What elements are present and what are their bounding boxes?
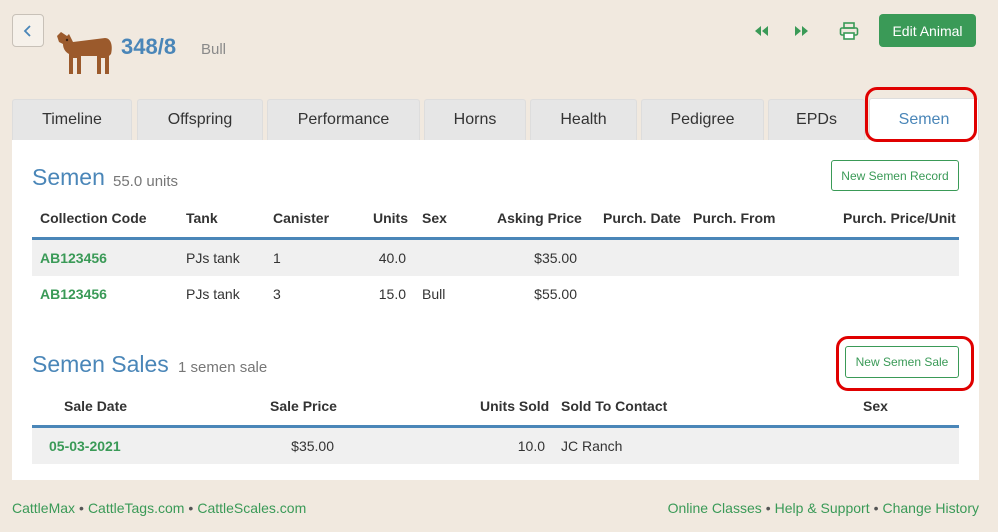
footer-separator: • <box>873 500 879 516</box>
collection-code-link[interactable]: AB123456 <box>40 250 107 266</box>
tab-horns[interactable]: Horns <box>424 99 526 140</box>
col-sale-price: Sale Price <box>270 398 337 414</box>
sex-cell: Bull <box>422 286 446 302</box>
col-collection-code: Collection Code <box>40 210 147 226</box>
col-purch-date: Purch. Date <box>603 210 681 226</box>
tab-epds[interactable]: EPDs <box>768 99 865 140</box>
footer-link-change-history[interactable]: Change History <box>883 500 980 516</box>
footer-right-links: Online Classes • Help & Support • Change His… <box>668 500 979 516</box>
semen-panel: Semen 55.0 units New Semen Record Collec… <box>12 140 979 480</box>
fast-forward-icon <box>795 26 808 36</box>
previous-animal-button[interactable] <box>750 20 772 42</box>
footer-separator: • <box>188 500 194 516</box>
table-row: AB123456 PJs tank 1 40.0 $35.00 <box>32 240 959 276</box>
col-tank: Tank <box>186 210 218 226</box>
semen-sales-title: Semen Sales <box>32 351 169 377</box>
col-purch-from: Purch. From <box>693 210 776 226</box>
next-animal-button[interactable] <box>791 20 813 42</box>
tab-pedigree[interactable]: Pedigree <box>641 99 764 140</box>
tank-cell: PJs tank <box>186 250 240 266</box>
print-button[interactable] <box>838 20 860 42</box>
col-sold-to-contact: Sold To Contact <box>561 398 668 414</box>
col-units: Units <box>373 210 408 226</box>
new-semen-record-button[interactable]: New Semen Record <box>831 160 959 191</box>
tab-timeline[interactable]: Timeline <box>12 99 132 140</box>
semen-title: Semen <box>32 164 105 190</box>
table-row: 05-03-2021 $35.00 10.0 JC Ranch <box>32 428 959 464</box>
sale-date-link[interactable]: 05-03-2021 <box>49 438 121 454</box>
asking-price-cell: $35.00 <box>534 250 577 266</box>
print-icon <box>839 22 859 40</box>
sale-price-cell: $35.00 <box>291 438 334 454</box>
col-units-sold: Units Sold <box>480 398 550 414</box>
tab-offspring[interactable]: Offspring <box>137 99 263 140</box>
table-row: AB123456 PJs tank 3 15.0 Bull $55.00 <box>32 276 959 312</box>
footer-separator: • <box>79 500 84 516</box>
col-sale-sex: Sex <box>863 398 888 414</box>
canister-cell: 1 <box>273 250 281 266</box>
footer-link-cattletags[interactable]: CattleTags.com <box>88 500 184 516</box>
collection-code-link[interactable]: AB123456 <box>40 286 107 302</box>
rewind-icon <box>755 26 768 36</box>
units-cell: 40.0 <box>378 250 406 266</box>
footer-link-online-classes[interactable]: Online Classes <box>668 500 762 516</box>
tank-cell: PJs tank <box>186 286 240 302</box>
sold-to-contact-cell: JC Ranch <box>561 438 623 454</box>
col-canister: Canister <box>273 210 330 226</box>
footer-link-help-support[interactable]: Help & Support <box>775 500 870 516</box>
units-cell: 15.0 <box>378 286 406 302</box>
cow-icon <box>57 32 112 74</box>
tab-performance[interactable]: Performance <box>267 99 420 140</box>
footer-separator: • <box>765 500 771 516</box>
col-sale-date: Sale Date <box>64 398 128 414</box>
footer-left-links: CattleMax • CattleTags.com • CattleScales.co… <box>12 500 306 516</box>
tab-semen[interactable]: Semen <box>869 98 979 140</box>
col-sex: Sex <box>422 210 447 226</box>
asking-price-cell: $55.00 <box>534 286 577 302</box>
semen-sales-count: 1 semen sale <box>178 359 268 376</box>
semen-units-count: 55.0 units <box>113 173 179 190</box>
animal-id: 348/8 <box>121 34 177 59</box>
footer-link-cattlescales[interactable]: CattleScales.com <box>197 500 306 516</box>
edit-animal-button[interactable]: Edit Animal <box>879 14 976 47</box>
new-semen-sale-button[interactable]: New Semen Sale <box>845 346 959 378</box>
footer-link-cattlemax[interactable]: CattleMax <box>12 500 75 516</box>
col-asking-price: Asking Price <box>497 210 582 226</box>
canister-cell: 3 <box>273 286 281 302</box>
animal-type: Bull <box>201 41 227 58</box>
tab-health[interactable]: Health <box>530 99 637 140</box>
back-button[interactable] <box>12 14 44 47</box>
col-purch-price-unit: Purch. Price/Unit <box>843 210 956 226</box>
units-sold-cell: 10.0 <box>517 438 545 454</box>
chevron-left-icon <box>23 24 31 37</box>
